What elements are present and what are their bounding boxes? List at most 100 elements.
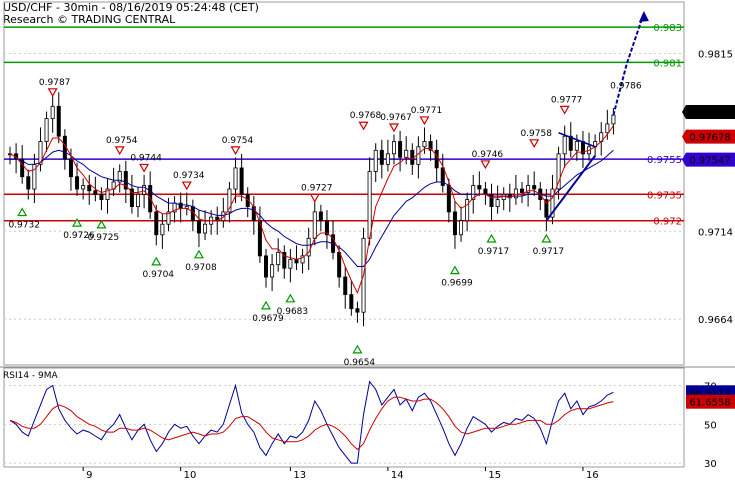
high-label: 0.9744 [130, 153, 162, 163]
rsi-tick-label: 30 [704, 459, 717, 470]
high-marker [47, 88, 58, 97]
moving-averages [9, 125, 614, 295]
candle-body [294, 259, 299, 264]
candle-body [239, 167, 244, 195]
candle-body [391, 141, 396, 155]
candle-body [422, 141, 427, 148]
candle-body [233, 167, 238, 190]
high-label: 0.9754 [222, 136, 254, 146]
candle-body [81, 185, 86, 190]
low-label: 0.9717 [478, 247, 510, 257]
time-label: 14 [391, 470, 404, 480]
candle-body [154, 211, 159, 236]
candle-body [135, 193, 140, 208]
candles [7, 92, 616, 327]
candle-body [75, 176, 80, 190]
candle-body [349, 294, 354, 310]
high-marker [388, 123, 400, 133]
candle-body [477, 185, 482, 190]
time-axis: 9 10 13 14 15 16 [82, 467, 599, 480]
candle-body [410, 149, 415, 165]
low-marker [96, 219, 107, 229]
level-label: 0.9735 [647, 190, 682, 201]
low-label: 0.9717 [533, 247, 565, 257]
high-marker [309, 193, 320, 203]
time-label: 9 [86, 470, 92, 480]
rsi-tick-label: 50 [704, 420, 717, 431]
low-marker [285, 293, 296, 303]
candle-body [398, 141, 403, 158]
rsi-label: RSI14 - 9MA [3, 371, 59, 381]
level-label: 0.981 [653, 58, 682, 69]
price-badge-label: 0.97818 [689, 108, 730, 119]
rsi-badge-label: 61.6558 [689, 398, 730, 409]
candle-body [483, 188, 488, 195]
low-marker [151, 256, 162, 266]
high-marker [480, 160, 491, 170]
rsi-panel: RSI14 - 9MA70503066.511761.6558 [3, 371, 735, 470]
level-label: 0.983 [653, 23, 682, 34]
rising-trendline [545, 154, 596, 222]
high-label: 0.9746 [472, 150, 504, 160]
low-label: 0.9704 [143, 270, 175, 280]
time-label: 13 [293, 470, 306, 480]
low-marker [486, 233, 497, 243]
high-marker [181, 181, 192, 191]
candle-body [270, 264, 275, 278]
candle-body [495, 199, 500, 208]
candle-body [459, 220, 464, 236]
candle-body [99, 193, 104, 200]
time-label: 15 [488, 470, 501, 480]
price-badge-label: 0.97678 [689, 133, 730, 144]
level-label: 0.9755 [647, 155, 682, 166]
time-label: 10 [184, 470, 197, 480]
high-marker [358, 121, 369, 131]
candle-body [318, 211, 323, 222]
candle-body [379, 149, 384, 165]
low-label: 0.9708 [185, 263, 217, 273]
candle-body [178, 202, 183, 209]
candle-body [465, 199, 470, 222]
candle-body [611, 114, 616, 125]
projection-label: 0.9786 [610, 82, 642, 92]
price-panel-frame [3, 1, 685, 366]
candle-body [263, 255, 268, 278]
price-tick-label: 0.9714 [698, 227, 733, 238]
candle-body [68, 158, 73, 178]
candle-body [532, 185, 537, 190]
candle-body [337, 251, 342, 278]
high-marker [529, 139, 540, 149]
low-marker [352, 344, 363, 354]
candle-body [501, 193, 506, 200]
low-label: 0.9725 [88, 233, 120, 243]
candle-body [203, 223, 208, 234]
low-label: 0.9683 [277, 307, 309, 317]
candle-body [50, 105, 55, 120]
low-label: 0.9699 [441, 279, 473, 289]
candle-body [434, 149, 439, 169]
high-marker [559, 105, 570, 115]
candle-body [520, 188, 525, 193]
high-marker [419, 116, 430, 126]
projection-arrow-line [612, 12, 645, 116]
candle-body [605, 123, 610, 134]
high-label: 0.9777 [551, 95, 583, 105]
low-marker [449, 265, 460, 275]
candle-body [385, 153, 390, 165]
candle-body [288, 259, 293, 269]
price-axis: 0.9815 0.9714 0.9664 0.97818 0.97678 0.97547 [682, 50, 735, 326]
high-marker [230, 146, 241, 156]
candle-body [93, 190, 98, 195]
ma-fast-line [9, 125, 614, 295]
rsi-ma-line [9, 396, 614, 451]
candle-body [416, 146, 421, 165]
candle-body [26, 176, 31, 190]
candle-body [87, 185, 92, 192]
ma-slow-line [10, 149, 614, 267]
projection-arrow-head [638, 11, 649, 23]
candle-body [196, 220, 201, 234]
candle-body [343, 276, 348, 296]
price-chart: 0.983 0.981 0.9755 0.9735 0.972 0.9786 0.9787… [0, 1, 735, 480]
level-label: 0.972 [653, 217, 682, 228]
candle-body [56, 105, 61, 137]
